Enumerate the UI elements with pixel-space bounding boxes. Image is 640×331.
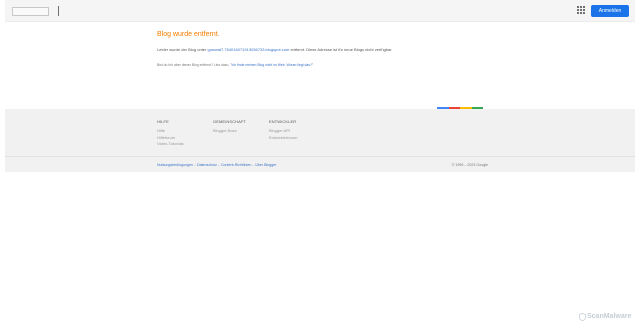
footer-column-help: HILFE Hilfe Hilfeforum Video-Tutorials <box>157 119 184 148</box>
copyright-text: © 1999 – 2023 Google <box>451 163 488 167</box>
terms-link[interactable]: Nutzungsbedingungen <box>157 163 193 167</box>
footer-column-developers: ENTWICKLER Blogger API Entwicklerforum <box>269 119 297 141</box>
page-title: Blog wurde entfernt. <box>157 31 220 38</box>
blogger-logo[interactable] <box>12 7 49 16</box>
watermark-text: ScanMalware <box>587 313 632 320</box>
footer-link-video-tutorials[interactable]: Video-Tutorials <box>157 141 184 148</box>
footer-column-community: GEMEINSCHAFT Blogger Buzz <box>213 119 246 135</box>
scanmalware-watermark: ScanMalware <box>579 312 631 321</box>
owner-help-prefix: Bist du Inh aber dieser Blog entfernt? L… <box>157 63 231 67</box>
removal-message-prefix: Leider wurde der Blog unter <box>157 47 208 52</box>
footer-column-title: HILFE <box>157 119 169 124</box>
legal-links: Nutzungsbedingungen–Datenschutz–Content-… <box>157 163 277 167</box>
signin-button[interactable]: Anmelden <box>591 5 629 17</box>
owner-help-text: Bist du Inh aber dieser Blog entfernt? L… <box>157 63 313 67</box>
top-bar: Anmelden <box>5 0 635 22</box>
about-blogger-link[interactable]: Über Blogger <box>255 163 276 167</box>
footer-bottom-bar: Nutzungsbedingungen–Datenschutz–Content-… <box>5 156 635 172</box>
footer-link-developer-forum[interactable]: Entwicklerforum <box>269 135 297 142</box>
footer-column-title: GEMEINSCHAFT <box>213 119 246 124</box>
privacy-link[interactable]: Datenschutz <box>197 163 217 167</box>
owner-help-link[interactable]: "Ich finde meinen Blog nicht im Web. Wor… <box>230 63 313 67</box>
apps-grid-icon[interactable] <box>577 6 585 14</box>
header-divider <box>58 6 59 16</box>
footer-link-blogger-buzz[interactable]: Blogger Buzz <box>213 128 246 135</box>
removal-message: Leider wurde der Blog unter gowwat7.7540… <box>157 47 393 52</box>
shield-icon <box>579 312 586 321</box>
removal-message-suffix: entfernt. Diese Adresse ist für neue Blo… <box>289 47 393 52</box>
main-content: Blog wurde entfernt. Leider wurde der Bl… <box>5 22 635 109</box>
blog-address-link[interactable]: gowwat7.754016071913036733.blogspot.com <box>207 47 289 52</box>
footer-column-title: ENTWICKLER <box>269 119 297 124</box>
content-policy-link[interactable]: Content-Richtlinien <box>221 163 251 167</box>
footer: HILFE Hilfe Hilfeforum Video-Tutorials G… <box>5 109 635 172</box>
